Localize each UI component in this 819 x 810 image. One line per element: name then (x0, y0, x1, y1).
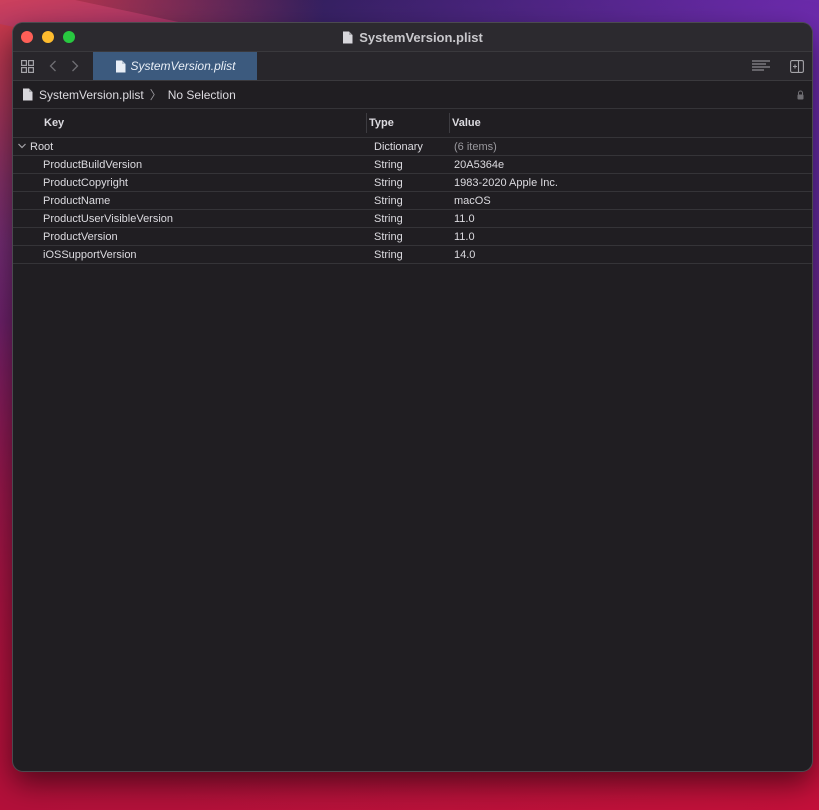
title-bar: SystemVersion.plist (13, 23, 812, 52)
plist-rows: Root Dictionary (6 items) ProductBuildVe… (13, 138, 812, 264)
row-type: String (374, 194, 403, 207)
column-divider[interactable] (449, 113, 450, 133)
row-type: String (374, 158, 403, 171)
breadcrumb-file[interactable]: SystemVersion.plist (39, 88, 144, 102)
table-row[interactable]: ProductVersion String 11.0 (13, 228, 812, 246)
chevron-right-icon[interactable] (69, 52, 81, 80)
grid-icon[interactable] (19, 52, 35, 80)
row-type: String (374, 230, 403, 243)
column-header-key[interactable]: Key (44, 109, 64, 137)
row-type: String (374, 248, 403, 261)
lock-icon[interactable] (797, 89, 804, 100)
window-title: SystemVersion.plist (13, 23, 812, 51)
document-icon (22, 88, 33, 101)
row-key: ProductUserVisibleVersion (43, 212, 174, 225)
row-key: ProductBuildVersion (43, 158, 143, 171)
plist-editor-window: SystemVersion.plist SystemVersion.plist (13, 23, 812, 771)
table-row[interactable]: ProductUserVisibleVersion String 11.0 (13, 210, 812, 228)
document-icon (115, 60, 126, 73)
breadcrumb: SystemVersion.plist 〉 No Selection (13, 81, 812, 109)
lines-icon[interactable] (751, 52, 771, 80)
table-row[interactable]: ProductName String macOS (13, 192, 812, 210)
column-header-type[interactable]: Type (369, 109, 394, 137)
breadcrumb-separator-icon: 〉 (149, 88, 162, 102)
row-value: 11.0 (454, 212, 475, 225)
chevron-left-icon[interactable] (47, 52, 59, 80)
inspector-icon[interactable] (789, 52, 805, 80)
row-key: ProductVersion (43, 230, 118, 243)
table-row[interactable]: iOSSupportVersion String 14.0 (13, 246, 812, 264)
tab-label: SystemVersion.plist (130, 59, 236, 73)
row-key: iOSSupportVersion (43, 248, 137, 261)
table-row-root[interactable]: Root Dictionary (6 items) (13, 138, 812, 156)
row-value: 20A5364e (454, 158, 505, 171)
row-type: Dictionary (374, 140, 423, 153)
row-value: (6 items) (454, 140, 497, 153)
table-header: Key Type Value (13, 109, 812, 138)
table-row[interactable]: ProductBuildVersion String 20A5364e (13, 156, 812, 174)
table-row[interactable]: ProductCopyright String 1983-2020 Apple … (13, 174, 812, 192)
column-divider[interactable] (366, 113, 367, 133)
toolbar: SystemVersion.plist (13, 52, 812, 81)
row-key: Root (30, 140, 54, 153)
row-value: macOS (454, 194, 491, 207)
column-header-value[interactable]: Value (452, 109, 481, 137)
row-key: ProductCopyright (43, 176, 128, 189)
row-type: String (374, 212, 403, 225)
row-value: 1983-2020 Apple Inc. (454, 176, 558, 189)
row-type: String (374, 176, 403, 189)
document-icon (342, 31, 353, 44)
row-key: ProductName (43, 194, 111, 207)
tab-systemversion-plist[interactable]: SystemVersion.plist (93, 52, 257, 80)
chevron-down-icon[interactable] (17, 141, 27, 151)
breadcrumb-selection[interactable]: No Selection (168, 88, 236, 102)
row-value: 14.0 (454, 248, 476, 261)
window-title-text: SystemVersion.plist (359, 29, 483, 45)
row-value: 11.0 (454, 230, 475, 243)
